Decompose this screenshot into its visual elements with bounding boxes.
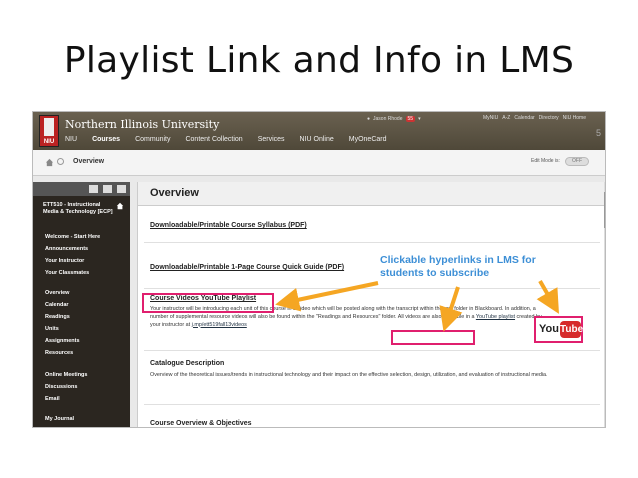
- sidebar-item-classmates[interactable]: Your Classmates: [45, 270, 89, 276]
- scrollbar[interactable]: [604, 182, 605, 427]
- toplink-calendar[interactable]: Calendar: [514, 115, 534, 121]
- nav-niu[interactable]: NIU: [65, 136, 77, 143]
- user-icon: ●: [367, 116, 371, 122]
- course-home-icon[interactable]: [116, 202, 124, 210]
- sidebar-item-assignments[interactable]: Assignments: [45, 338, 80, 344]
- highlight-box-playlist: [142, 293, 274, 313]
- chevron-down-icon[interactable]: ▾: [418, 116, 421, 122]
- lms-header: NIU Northern Illinois University NIU Cou…: [33, 112, 605, 150]
- objectives-title: Course Overview & Objectives: [150, 420, 252, 427]
- sidebar-item-readings[interactable]: Readings: [45, 314, 70, 320]
- home-icon[interactable]: [45, 158, 54, 167]
- short-url-link[interactable]: j.mp/ett519fall13videos: [192, 322, 247, 328]
- toplink-niu-home[interactable]: NIU Home: [563, 115, 586, 121]
- quick-guide-link[interactable]: Downloadable/Printable 1-Page Course Qui…: [150, 264, 344, 271]
- corner-mark: 5: [596, 128, 602, 138]
- toplink-myniu[interactable]: MyNIU: [483, 115, 498, 121]
- nav-content-collection[interactable]: Content Collection: [185, 136, 242, 143]
- logo-text: NIU: [43, 139, 55, 145]
- scrollbar-thumb[interactable]: [604, 192, 605, 228]
- highlight-box-short-url: [391, 330, 475, 345]
- youtube-logo-tube: Tube: [560, 321, 583, 338]
- divider: [144, 288, 600, 289]
- breadcrumb-current: Overview: [73, 158, 105, 165]
- catalogue-text: Overview of the theoretical issues/trend…: [150, 372, 548, 378]
- syllabus-link[interactable]: Downloadable/Printable Course Syllabus (…: [150, 222, 307, 229]
- history-icon[interactable]: [57, 158, 64, 165]
- course-title[interactable]: ETT510 - Instructional Media & Technolog…: [43, 202, 113, 216]
- breadcrumb: Overview Edit Mode is: OFF: [33, 150, 605, 176]
- user-menu[interactable]: ● Jason Rhode 55 ▾: [367, 116, 421, 122]
- course-menu: ETT510 - Instructional Media & Technolog…: [33, 182, 130, 427]
- tower-icon: [44, 118, 54, 136]
- toplink-a-z[interactable]: A-Z: [502, 115, 510, 121]
- sidebar-item-announcements[interactable]: Announcements: [45, 246, 88, 252]
- divider: [144, 350, 600, 351]
- niu-logo[interactable]: NIU: [39, 115, 59, 147]
- sidebar-item-online-meetings[interactable]: Online Meetings: [45, 372, 87, 378]
- user-name: Jason Rhode: [373, 116, 403, 122]
- sidebar-item-journal[interactable]: My Journal: [45, 416, 74, 422]
- youtube-playlist-link[interactable]: YouTube playlist: [476, 314, 515, 320]
- page-title: Overview: [150, 187, 199, 199]
- main-nav: NIU Courses Community Content Collection…: [65, 136, 387, 143]
- divider: [144, 404, 600, 405]
- content-header: Overview: [138, 182, 604, 206]
- folder-view-icon[interactable]: [103, 185, 112, 193]
- divider: [144, 242, 600, 243]
- refresh-icon[interactable]: [117, 185, 126, 193]
- sidebar-item-units[interactable]: Units: [45, 326, 59, 332]
- nav-services[interactable]: Services: [258, 136, 285, 143]
- nav-myonecard[interactable]: MyOneCard: [349, 136, 387, 143]
- top-links: MyNIU A-Z Calendar Directory NIU Home: [483, 115, 586, 121]
- youtube-logo: You Tube: [534, 316, 583, 343]
- sidebar-item-email[interactable]: Email: [45, 396, 60, 402]
- notification-badge[interactable]: 55: [405, 116, 416, 122]
- edit-mode-label: Edit Mode is:: [531, 158, 560, 164]
- sidebar-item-resources[interactable]: Resources: [45, 350, 73, 356]
- catalogue-title: Catalogue Description: [150, 360, 225, 367]
- toplink-directory[interactable]: Directory: [539, 115, 559, 121]
- edit-mode-toggle[interactable]: OFF: [565, 157, 589, 166]
- sidebar-item-welcome[interactable]: Welcome - Start Here: [45, 234, 100, 240]
- sidebar-item-overview[interactable]: Overview: [45, 290, 69, 296]
- list-view-icon[interactable]: [89, 185, 98, 193]
- annotation-callout: Clickable hyperlinks in LMS for students…: [380, 254, 536, 279]
- nav-niu-online[interactable]: NIU Online: [300, 136, 334, 143]
- sidebar-item-instructor[interactable]: Your Instructor: [45, 258, 84, 264]
- sidebar-item-calendar[interactable]: Calendar: [45, 302, 69, 308]
- youtube-logo-you: You: [539, 323, 559, 335]
- sidebar-item-discussions[interactable]: Discussions: [45, 384, 77, 390]
- nav-courses[interactable]: Courses: [92, 136, 120, 143]
- nav-community[interactable]: Community: [135, 136, 170, 143]
- course-menu-toolbar: [33, 182, 130, 196]
- university-name: Northern Illinois University: [65, 118, 220, 131]
- slide-title: Playlist Link and Info in LMS: [63, 40, 575, 81]
